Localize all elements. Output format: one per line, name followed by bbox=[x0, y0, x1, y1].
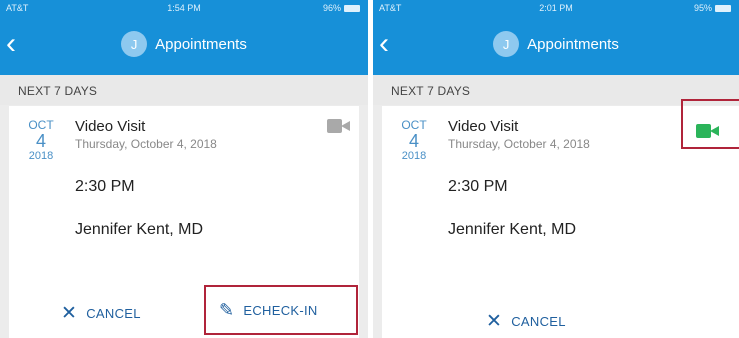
nav-bar: ‹ J Appointments bbox=[373, 17, 739, 75]
visit-provider: Jennifer Kent, MD bbox=[448, 221, 577, 238]
section-header: NEXT 7 DAYS bbox=[0, 75, 368, 105]
highlight-echeck-in bbox=[204, 285, 358, 335]
battery-percent: 96% bbox=[322, 3, 341, 13]
visit-provider: Jennifer Kent, MD bbox=[75, 221, 204, 238]
highlight-video-icon bbox=[681, 99, 739, 149]
page-title: Appointments bbox=[527, 35, 619, 53]
date-month: OCT bbox=[401, 118, 427, 132]
date-day: 4 bbox=[408, 131, 419, 151]
visit-time: 2:30 PM bbox=[75, 178, 135, 195]
battery-icon bbox=[344, 4, 360, 12]
page-title: Appointments bbox=[155, 35, 247, 53]
cancel-label: CANCEL bbox=[511, 314, 566, 329]
date-year: 2018 bbox=[28, 150, 54, 162]
avatar[interactable]: J bbox=[121, 31, 148, 57]
cancel-button[interactable]: ✕ CANCEL bbox=[486, 310, 566, 333]
status-time: 1:54 PM bbox=[167, 3, 201, 13]
nav-title-group: J Appointments bbox=[0, 31, 368, 57]
close-icon: ✕ bbox=[61, 303, 78, 324]
phone-screen-left: AT&T 1:54 PM 96% ‹ J Appointments NEXT 7… bbox=[0, 0, 368, 338]
battery-percent: 95% bbox=[693, 3, 712, 13]
visit-type: Video Visit bbox=[75, 118, 146, 135]
nav-bar: ‹ J Appointments bbox=[0, 17, 368, 75]
phone-screen-right: AT&T 2:01 PM 95% ‹ J Appointments NEXT 7… bbox=[373, 0, 739, 338]
visit-time: 2:30 PM bbox=[448, 178, 508, 195]
avatar[interactable]: J bbox=[493, 31, 520, 57]
visit-full-date: Thursday, October 4, 2018 bbox=[448, 137, 590, 151]
date-block: OCT 4 2018 bbox=[398, 118, 430, 162]
visit-full-date: Thursday, October 4, 2018 bbox=[75, 137, 217, 151]
status-time: 2:01 PM bbox=[539, 3, 573, 13]
video-camera-body bbox=[327, 119, 342, 133]
status-bar: AT&T 2:01 PM 95% bbox=[373, 0, 739, 17]
nav-title-group: J Appointments bbox=[373, 31, 739, 57]
date-block: OCT 4 2018 bbox=[25, 118, 57, 162]
date-year: 2018 bbox=[401, 150, 427, 162]
battery-indicator: 95% bbox=[694, 3, 731, 13]
close-icon: ✕ bbox=[486, 311, 503, 332]
date-day: 4 bbox=[35, 131, 46, 151]
video-camera-lens bbox=[341, 121, 350, 131]
status-bar: AT&T 1:54 PM 96% bbox=[0, 0, 368, 17]
cancel-label: CANCEL bbox=[86, 306, 141, 321]
battery-icon bbox=[715, 4, 731, 12]
cancel-button[interactable]: ✕ CANCEL bbox=[61, 302, 141, 325]
battery-indicator: 96% bbox=[323, 3, 360, 13]
date-month: OCT bbox=[28, 118, 54, 132]
video-camera-icon bbox=[327, 119, 351, 133]
visit-type: Video Visit bbox=[448, 118, 519, 135]
